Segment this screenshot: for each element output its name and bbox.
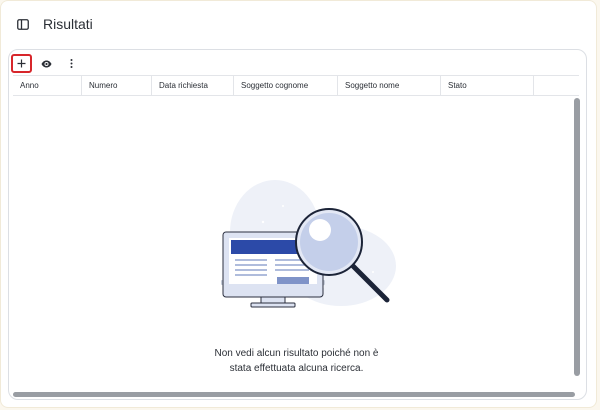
column-header-label: Stato (448, 81, 467, 90)
column-header-label: Soggetto cognome (241, 81, 309, 90)
results-panel: Risultati Anno Numero Data richiesta Sog… (0, 0, 597, 408)
empty-state-line-2: stata effettuata alcuna ricerca. (229, 363, 364, 374)
more-vertical-icon (70, 59, 73, 68)
table-toolbar (11, 53, 82, 74)
column-header-stato[interactable]: Stato (441, 76, 534, 95)
column-header-label: Soggetto nome (345, 81, 400, 90)
empty-state-line-1: Non vedi alcun risultato poiché non è (214, 348, 379, 359)
results-header: Risultati (11, 11, 93, 37)
sidebar-panel-icon (17, 18, 29, 30)
results-table-card: Anno Numero Data richiesta Soggetto cogn… (8, 49, 587, 400)
horizontal-scrollbar[interactable] (13, 392, 575, 397)
empty-state-message: Non vedi alcun risultato poiché non è st… (159, 346, 434, 376)
column-header-numero[interactable]: Numero (82, 76, 152, 95)
page-title: Risultati (43, 16, 93, 32)
table-header: Anno Numero Data richiesta Soggetto cogn… (13, 75, 579, 96)
column-header-label: Numero (89, 81, 118, 90)
column-header-soggetto-cognome[interactable]: Soggetto cognome (234, 76, 338, 95)
column-header-soggetto-nome[interactable]: Soggetto nome (338, 76, 441, 95)
column-header-anno[interactable]: Anno (13, 76, 82, 95)
eye-icon (41, 60, 52, 67)
plus-icon (17, 59, 26, 68)
column-header-data-richiesta[interactable]: Data richiesta (152, 76, 234, 95)
more-options-button[interactable] (61, 54, 82, 73)
vertical-scrollbar[interactable] (574, 98, 580, 376)
monitor-with-magnifying-glass-illustration (221, 180, 396, 308)
column-header-label: Anno (20, 81, 39, 90)
add-button[interactable] (11, 54, 32, 73)
view-button[interactable] (36, 54, 57, 73)
column-header-filler (534, 76, 579, 95)
toggle-sidebar-button[interactable] (11, 12, 35, 36)
column-header-label: Data richiesta (159, 81, 208, 90)
